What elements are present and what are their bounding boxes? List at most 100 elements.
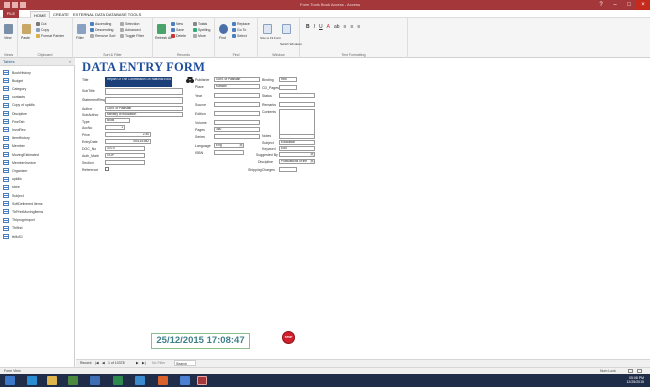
reference-checkbox[interactable] bbox=[105, 167, 109, 171]
suggested-by-select[interactable]: ▾ bbox=[279, 152, 315, 157]
outlook-icon[interactable] bbox=[135, 376, 145, 385]
remarks-field[interactable] bbox=[279, 102, 315, 107]
new-record-button[interactable]: New bbox=[171, 22, 183, 26]
series-field[interactable] bbox=[214, 134, 260, 139]
start-icon[interactable] bbox=[5, 376, 15, 385]
nav-item[interactable]: MovingEstimated bbox=[3, 151, 39, 158]
nav-item[interactable]: TbPrintMovingItems bbox=[3, 208, 43, 215]
refresh-all-button[interactable]: Refresh All bbox=[155, 36, 172, 40]
notes-field[interactable] bbox=[279, 134, 315, 139]
selection-button[interactable]: Selection bbox=[120, 22, 139, 26]
source-field[interactable] bbox=[214, 102, 260, 107]
statement-field[interactable] bbox=[105, 97, 183, 104]
ascending-button[interactable]: Ascending bbox=[90, 22, 111, 26]
title-field[interactable]: Report Of The Commission On National Edu… bbox=[105, 77, 172, 87]
discipline-select[interactable]: Publications of the ▾ bbox=[279, 159, 315, 164]
switch-windows-icon[interactable] bbox=[282, 24, 291, 34]
first-record-icon[interactable]: |◀ bbox=[95, 360, 99, 367]
maximize-icon[interactable]: □ bbox=[622, 0, 636, 10]
design-view-icon[interactable] bbox=[637, 369, 642, 373]
year-field[interactable] bbox=[214, 93, 260, 98]
italic-icon[interactable]: I bbox=[314, 24, 315, 30]
no-filter-label[interactable]: No Filter bbox=[152, 360, 165, 367]
status-field[interactable] bbox=[279, 93, 315, 98]
stop-button[interactable]: STOP bbox=[282, 331, 295, 344]
help-icon[interactable]: ? bbox=[594, 0, 608, 10]
nav-item[interactable]: tblfuS1 bbox=[3, 233, 23, 240]
chevron-down-icon[interactable]: ▾ bbox=[310, 160, 314, 163]
goto-button[interactable]: Go To bbox=[232, 28, 246, 32]
last-record-icon[interactable]: ▶| bbox=[142, 360, 146, 367]
nav-item[interactable]: Tblfind bbox=[3, 225, 23, 232]
paste-button[interactable]: Paste bbox=[21, 36, 30, 40]
align-center-icon[interactable]: ≡ bbox=[350, 24, 353, 30]
font-color-icon[interactable]: A bbox=[327, 24, 330, 30]
subtitle-field[interactable] bbox=[105, 88, 183, 95]
form-view-icon[interactable] bbox=[628, 369, 633, 373]
nav-item[interactable]: Member bbox=[3, 143, 25, 150]
nav-item[interactable]: InvoiRec bbox=[3, 126, 26, 133]
refresh-icon[interactable] bbox=[157, 24, 166, 34]
totals-button[interactable]: Totals bbox=[193, 22, 207, 26]
nav-header[interactable]: Tables « bbox=[0, 58, 75, 66]
select-button[interactable]: Select bbox=[232, 34, 247, 38]
undo-icon[interactable] bbox=[20, 2, 26, 8]
nav-item[interactable]: store bbox=[3, 184, 20, 191]
binoculars-icon[interactable] bbox=[219, 24, 228, 34]
author-field[interactable]: Govt. of Pakistan bbox=[105, 106, 183, 111]
advanced-button[interactable]: Advanced bbox=[120, 28, 141, 32]
folder-icon[interactable] bbox=[47, 376, 57, 385]
section-field[interactable] bbox=[105, 160, 145, 165]
bold-icon[interactable]: B bbox=[306, 24, 310, 30]
format-painter-button[interactable]: Format Painter bbox=[36, 34, 64, 38]
nav-item[interactable]: BookHistory bbox=[3, 69, 31, 76]
nav-item[interactable]: Copy of upkills bbox=[3, 102, 35, 109]
chevron-down-icon[interactable]: « bbox=[69, 58, 71, 66]
size-to-fit-button[interactable]: Size to Fit Form bbox=[260, 36, 281, 40]
nav-item[interactable]: Discipline bbox=[3, 110, 27, 117]
subject-field[interactable]: Education bbox=[279, 140, 315, 145]
nav-item[interactable]: FineTab bbox=[3, 118, 24, 125]
isbn-field[interactable] bbox=[214, 150, 244, 155]
edition-field[interactable] bbox=[214, 111, 260, 116]
subauthor-field[interactable]: Ministry of education bbox=[105, 112, 183, 117]
entrydate-field[interactable]: 05/11/1982 bbox=[105, 139, 151, 144]
language-select[interactable]: Eng ▾ bbox=[214, 143, 244, 148]
nav-item[interactable]: Subject bbox=[3, 192, 24, 199]
powerpoint-icon[interactable] bbox=[158, 376, 168, 385]
paste-icon[interactable] bbox=[22, 24, 31, 34]
contents-field[interactable] bbox=[279, 109, 315, 135]
record-position[interactable]: 1 of 10378 bbox=[108, 360, 125, 367]
cd-pages-field[interactable] bbox=[279, 85, 297, 90]
volume-field[interactable] bbox=[214, 120, 260, 125]
nav-item[interactable]: Organizer bbox=[3, 167, 27, 174]
save-icon[interactable] bbox=[12, 2, 18, 8]
save-record-button[interactable]: Save bbox=[171, 28, 184, 32]
more-button[interactable]: More bbox=[193, 34, 206, 38]
ie-icon[interactable] bbox=[27, 376, 37, 385]
price-field[interactable]: 2.50 bbox=[105, 132, 151, 137]
filter-button[interactable]: Filter bbox=[76, 36, 84, 40]
binding-field[interactable]: Hbk bbox=[279, 77, 297, 82]
nav-item[interactable]: Budget bbox=[3, 77, 23, 84]
tab-file[interactable]: FILE bbox=[3, 10, 19, 18]
highlight-icon[interactable]: ab bbox=[334, 24, 340, 30]
word-icon[interactable] bbox=[90, 376, 100, 385]
delete-record-button[interactable]: Delete bbox=[171, 34, 186, 38]
nav-item[interactable]: upkills bbox=[3, 176, 22, 183]
browser-icon[interactable] bbox=[180, 376, 190, 385]
nav-item[interactable]: contacts bbox=[3, 94, 25, 101]
tab-database-tools[interactable]: DATABASE TOOLS bbox=[103, 11, 144, 18]
pages-field[interactable]: 360 bbox=[214, 127, 260, 132]
align-left-icon[interactable]: ≡ bbox=[344, 24, 347, 30]
access-taskbar-icon[interactable] bbox=[197, 376, 207, 385]
chevron-down-icon[interactable]: ▾ bbox=[239, 144, 243, 147]
nav-item[interactable]: Category bbox=[3, 85, 26, 92]
accno-field[interactable]: 1 bbox=[105, 125, 125, 130]
shipping-field[interactable] bbox=[279, 167, 297, 172]
underline-icon[interactable]: U bbox=[319, 24, 323, 30]
keyword-field[interactable]: Edu bbox=[279, 146, 315, 151]
media-icon[interactable] bbox=[68, 376, 78, 385]
spelling-button[interactable]: Spelling bbox=[193, 28, 210, 32]
nav-item[interactable]: SoftDelivered Items bbox=[3, 200, 43, 207]
